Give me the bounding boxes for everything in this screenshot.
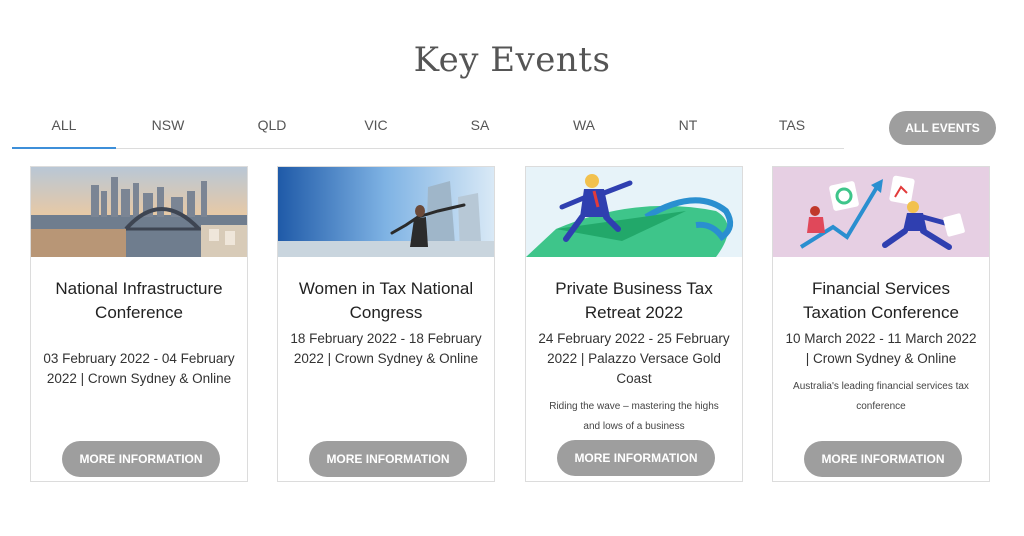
- event-title: Private Business Tax Retreat 2022: [555, 279, 713, 322]
- more-information-button[interactable]: MORE INFORMATION: [557, 440, 715, 476]
- event-image-sydney-skyline[interactable]: [31, 167, 247, 257]
- tab-tas[interactable]: TAS: [740, 104, 844, 148]
- event-date: 24 February 2022 - 25 February 2022 | Pa…: [538, 331, 730, 386]
- tab-nsw[interactable]: NSW: [116, 104, 220, 148]
- more-information-button[interactable]: MORE INFORMATION: [62, 441, 220, 477]
- page-title: Key Events: [413, 40, 611, 80]
- event-card: Women in Tax National Congress 18 Februa…: [277, 166, 495, 482]
- event-title: Financial Services Taxation Conference: [803, 279, 959, 322]
- event-description: Riding the wave – mastering the highs an…: [549, 401, 719, 432]
- tab-wa[interactable]: WA: [532, 104, 636, 148]
- event-card: Financial Services Taxation Conference 1…: [772, 166, 990, 482]
- event-image-growth-illustration[interactable]: [773, 167, 989, 257]
- event-title: National Infrastructure Conference: [55, 279, 223, 322]
- tab-qld[interactable]: QLD: [220, 104, 324, 148]
- tab-vic[interactable]: VIC: [324, 104, 428, 148]
- more-information-button[interactable]: MORE INFORMATION: [309, 441, 467, 477]
- region-tabs: ALL NSW QLD VIC SA WA NT TAS: [12, 104, 844, 149]
- event-card: Private Business Tax Retreat 2022 24 Feb…: [525, 166, 743, 482]
- more-information-button[interactable]: MORE INFORMATION: [804, 441, 962, 477]
- tab-all[interactable]: ALL: [12, 104, 116, 149]
- event-title: Women in Tax National Congress: [298, 279, 474, 322]
- event-image-woman-city[interactable]: [278, 167, 494, 257]
- event-card: National Infrastructure Conference 03 Fe…: [30, 166, 248, 482]
- event-description: Australia's leading financial services t…: [793, 381, 969, 412]
- tab-sa[interactable]: SA: [428, 104, 532, 148]
- all-events-button[interactable]: ALL EVENTS: [889, 111, 996, 145]
- event-image-surfing-illustration[interactable]: [526, 167, 742, 257]
- event-date: 10 March 2022 - 11 March 2022 | Crown Sy…: [785, 331, 977, 366]
- event-date: 18 February 2022 - 18 February 2022 | Cr…: [290, 331, 482, 366]
- event-date: 03 February 2022 - 04 February 2022 | Cr…: [43, 351, 235, 386]
- tab-nt[interactable]: NT: [636, 104, 740, 148]
